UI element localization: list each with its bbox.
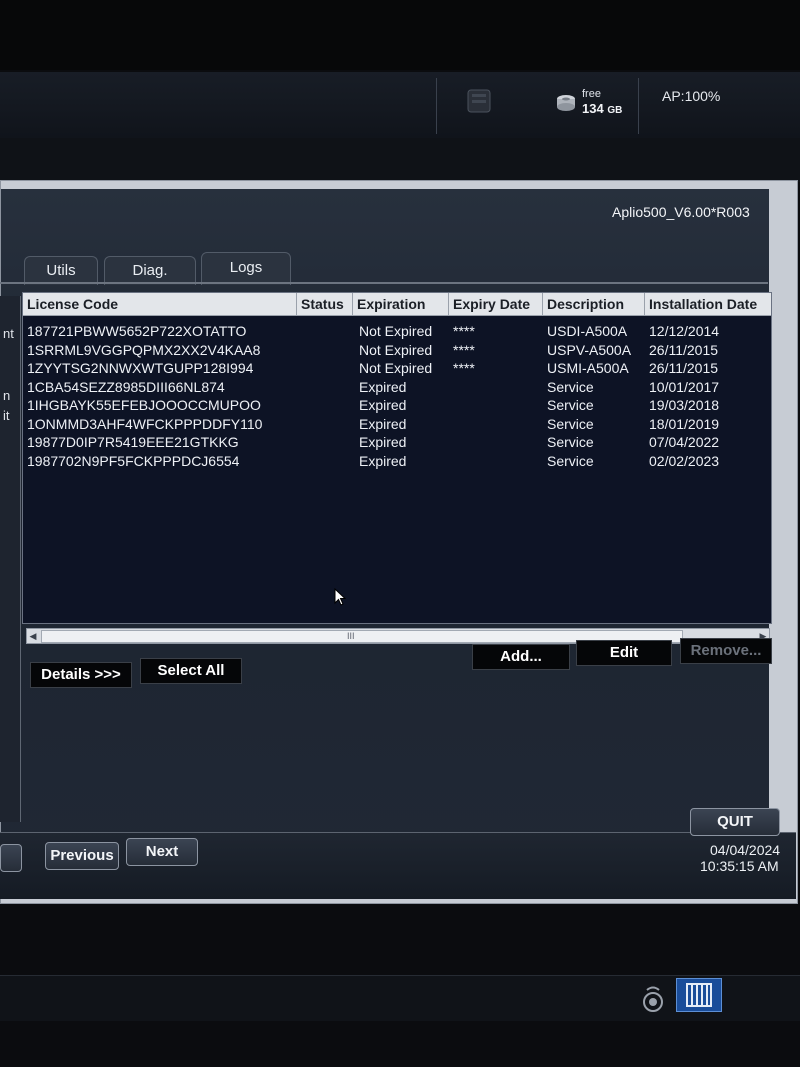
left-panel-text: nt (3, 326, 14, 341)
cell-expiration: Expired (359, 397, 407, 413)
table-row[interactable]: 19877D0IP7R5419EEE21GTKKG Expired Service 0… (23, 434, 771, 452)
cell-license-code: 19877D0IP7R5419EEE21GTKKG (27, 434, 239, 450)
monitor-bezel (0, 0, 800, 70)
cell-expiration: Expired (359, 434, 407, 450)
cine-icon[interactable] (676, 978, 722, 1012)
tab-utils[interactable]: Utils (24, 256, 98, 285)
disk-free-number: 134 (582, 101, 604, 116)
cell-installation-date: 02/02/2023 (649, 452, 720, 469)
next-button[interactable]: Next (126, 838, 198, 866)
tab-underline (0, 282, 768, 284)
system-status-bar (0, 72, 800, 139)
disk-free-label: free (582, 88, 601, 100)
cell-license-code: 187721PBWW5652P722XOTATTO (27, 323, 247, 339)
column-header-license-code[interactable]: License Code (23, 293, 297, 315)
cell-installation-date: 07/04/2022 (649, 434, 720, 450)
back-button-clipped[interactable] (0, 844, 22, 872)
column-header-expiry-date[interactable]: Expiry Date (449, 293, 543, 315)
quit-button[interactable]: QUIT (690, 808, 780, 836)
cell-license-code: 1987702N9PF5FCKPPPDCJ6554 (27, 452, 240, 469)
status-separator (638, 78, 639, 134)
table-header: License Code Status Expiration Expiry Da… (23, 293, 771, 316)
column-header-description[interactable]: Description (543, 293, 645, 315)
table-row[interactable]: 1IHGBAYK55EFEBJOOOCCMUPOO Expired Service 1… (23, 397, 771, 415)
cell-description: USPV-A500A (547, 341, 632, 358)
cell-expiration: Expired (359, 378, 407, 395)
cell-description: Service (547, 415, 594, 432)
table-row[interactable]: 1SRRML9VGGPQPMX2XX2V4KAA8 Not Expired ****… (23, 342, 771, 360)
tab-logs[interactable]: Logs (201, 252, 291, 285)
cell-description: USMI-A500A (547, 360, 629, 376)
acoustic-power-readout: AP:100% (662, 88, 721, 104)
software-version: Aplio500_V6.00*R003 (612, 204, 750, 220)
remove-button[interactable]: Remove... (680, 638, 772, 664)
cell-description: USDI-A500A (547, 323, 628, 339)
status-separator (436, 78, 437, 134)
disk-icon (557, 95, 575, 111)
mouse-cursor-icon (334, 588, 346, 606)
cell-installation-date: 26/11/2015 (649, 360, 719, 376)
probe-icon (467, 89, 491, 113)
footer-time: 10:35:15 AM (700, 858, 779, 874)
cell-license-code: 1ZYYTSG2NNWXWTGUPP128I994 (27, 360, 254, 376)
cell-expiration: Not Expired (359, 323, 433, 339)
table-row[interactable]: 1ONMMD3AHF4WFCKPPPDDFY110 Expired Service 1… (23, 416, 771, 434)
table-row[interactable]: 1ZYYTSG2NNWXWTGUPP128I994 Not Expired ****… (23, 360, 771, 378)
add-button[interactable]: Add... (472, 644, 570, 670)
disk-free-value: 134 GB (582, 101, 622, 116)
screen-background (0, 138, 800, 182)
cell-expiry-date: **** (453, 341, 475, 358)
left-side-panel: nt n it (0, 296, 21, 822)
column-header-expiration[interactable]: Expiration (353, 293, 449, 315)
cell-expiry-date: **** (453, 360, 475, 376)
cell-expiration: Not Expired (359, 360, 433, 376)
cell-expiration: Not Expired (359, 341, 433, 358)
dialog-footer (0, 832, 796, 899)
previous-button[interactable]: Previous (45, 842, 119, 870)
cell-expiry-date: **** (453, 323, 475, 339)
disk-free-unit: GB (607, 105, 623, 116)
license-table: License Code Status Expiration Expiry Da… (22, 292, 772, 624)
table-row[interactable]: 1CBA54SEZZ8985DIII66NL874 Expired Service 1… (23, 379, 771, 397)
left-panel-text: it (3, 408, 10, 423)
tab-diag[interactable]: Diag. (104, 256, 196, 285)
scrollbar-grip: III (347, 631, 355, 641)
cell-expiration: Expired (359, 452, 407, 469)
scroll-left-icon[interactable]: ◀ (27, 629, 39, 643)
cell-installation-date: 19/03/2018 (649, 397, 720, 413)
edit-button[interactable]: Edit (576, 640, 672, 666)
cell-expiration: Expired (359, 415, 407, 432)
table-row[interactable]: 187721PBWW5652P722XOTATTO Not Expired ****… (23, 323, 771, 341)
cell-installation-date: 26/11/2015 (649, 341, 719, 358)
cell-installation-date: 12/12/2014 (649, 323, 720, 339)
cell-description: Service (547, 452, 594, 469)
cell-description: Service (547, 397, 594, 413)
cell-description: Service (547, 434, 594, 450)
column-header-status[interactable]: Status (297, 293, 353, 315)
select-all-button[interactable]: Select All (140, 658, 242, 684)
cell-license-code: 1IHGBAYK55EFEBJOOOCCMUPOO (27, 397, 261, 413)
cell-installation-date: 18/01/2019 (649, 415, 720, 432)
cell-description: Service (547, 378, 594, 395)
details-button[interactable]: Details >>> (30, 662, 132, 688)
table-row[interactable]: 1987702N9PF5FCKPPPDCJ6554 Expired Service 0… (23, 453, 771, 471)
cell-license-code: 1CBA54SEZZ8985DIII66NL874 (27, 378, 225, 395)
cell-license-code: 1SRRML9VGGPQPMX2XX2V4KAA8 (27, 341, 261, 358)
trackball-icon (643, 986, 663, 1012)
cell-license-code: 1ONMMD3AHF4WFCKPPPDDFY110 (27, 415, 263, 432)
column-header-installation-date[interactable]: Installation Date (645, 293, 771, 315)
cell-installation-date: 10/01/2017 (649, 378, 720, 395)
footer-date: 04/04/2024 (710, 842, 781, 858)
left-panel-text: n (3, 388, 11, 403)
